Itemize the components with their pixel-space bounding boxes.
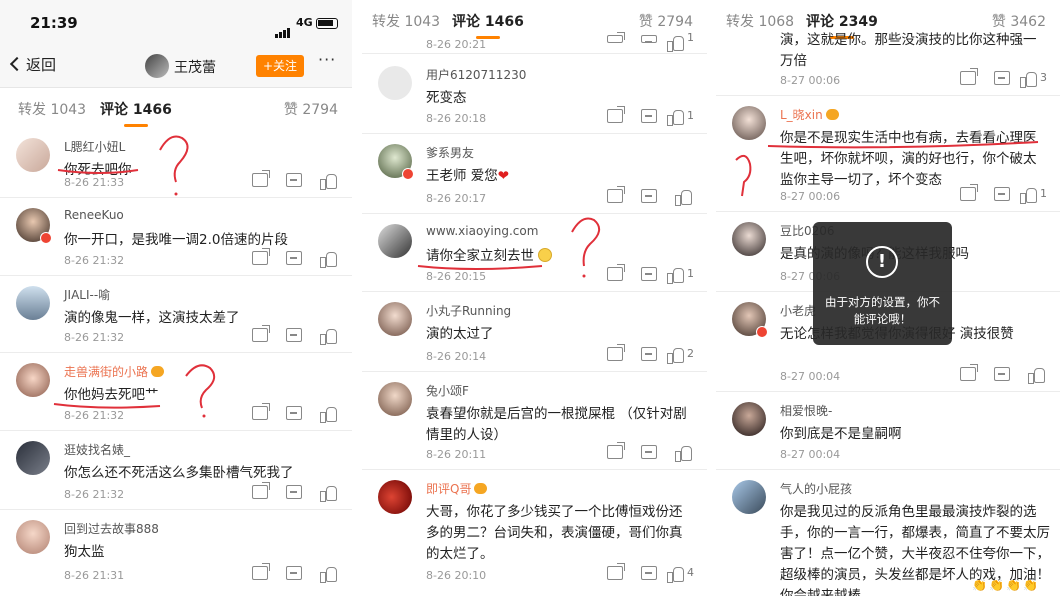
screenshot-panel-2: 转发 1043 评论 1466 赞 2794 8-26 20:21 1 用户61… — [362, 0, 707, 596]
red-ink-annotation — [417, 217, 601, 278]
red-ink-annotation — [53, 135, 216, 418]
warning-icon: ! — [866, 246, 898, 278]
panel-divider — [352, 0, 362, 596]
toast-message: 由于对方的设置，你不能评论哦！ — [825, 295, 940, 326]
screenshot-panel-1: 21:39 4G 返回 王茂蕾 +关注 ··· 转发 1043 评论 1466 … — [0, 0, 352, 596]
comment-disabled-toast: ! 由于对方的设置，你不能评论哦！ — [813, 222, 952, 345]
panel-divider — [707, 0, 716, 596]
